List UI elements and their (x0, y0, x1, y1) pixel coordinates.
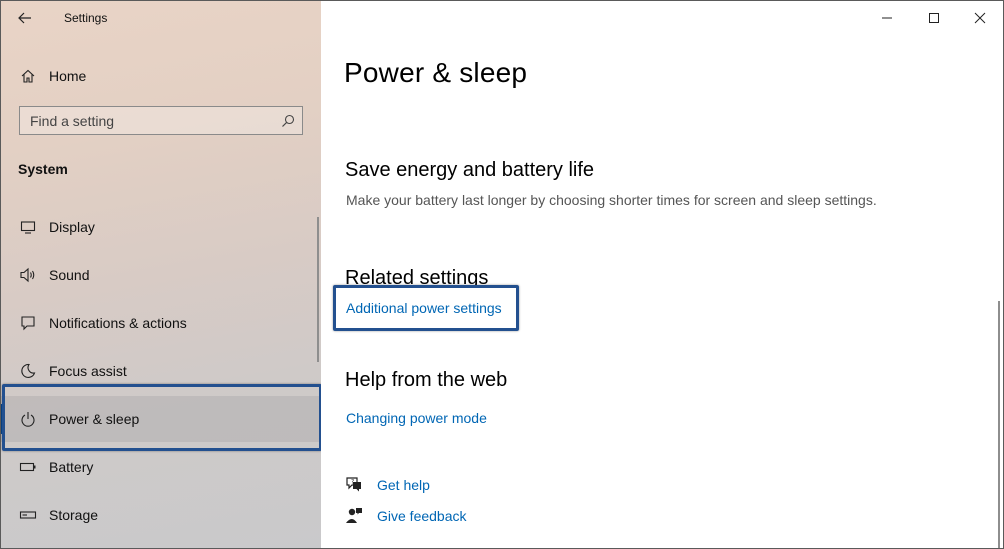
changing-power-mode-link[interactable]: Changing power mode (346, 410, 487, 426)
title-bar: Settings (1, 1, 321, 35)
give-feedback-icon (344, 506, 364, 526)
minimize-button[interactable] (864, 3, 910, 33)
search-box (19, 106, 303, 135)
minimize-icon (882, 17, 892, 19)
sidebar-item-label: Display (49, 219, 95, 235)
maximize-icon (929, 13, 939, 23)
settings-window: Settings Home System (0, 0, 1004, 549)
sidebar-item-label: Battery (49, 459, 94, 475)
sidebar-scrollbar[interactable] (317, 217, 319, 362)
back-button[interactable] (13, 7, 37, 29)
search-icon[interactable] (280, 113, 296, 129)
home-icon (19, 67, 37, 85)
sidebar-item-label: Focus assist (49, 363, 127, 379)
sidebar-item-label: Storage (49, 507, 99, 523)
get-help-icon: ? (344, 475, 364, 495)
section-title-system: System (18, 161, 68, 177)
home-label: Home (49, 68, 87, 84)
main-content: Power & sleep Save energy and battery li… (321, 1, 1003, 548)
sidebar: Settings Home System (1, 1, 321, 548)
close-button[interactable] (957, 3, 1003, 33)
get-help-link[interactable]: Get help (377, 477, 430, 493)
svg-text:?: ? (351, 479, 354, 486)
help-web-heading: Help from the web (345, 369, 508, 391)
back-arrow-icon (18, 12, 31, 24)
moon-icon (19, 362, 37, 380)
battery-icon (19, 458, 37, 476)
monitor-icon (19, 218, 37, 236)
storage-icon (19, 506, 37, 524)
sidebar-item-storage[interactable]: Storage (1, 492, 319, 538)
save-energy-heading: Save energy and battery life (345, 159, 595, 181)
give-feedback-link[interactable]: Give feedback (377, 508, 467, 524)
notification-icon (19, 314, 37, 332)
highlight-power-sleep (2, 384, 322, 451)
save-energy-description: Make your battery last longer by choosin… (346, 192, 877, 208)
search-input[interactable] (20, 107, 280, 134)
sidebar-item-label: Notifications & actions (49, 315, 187, 331)
maximize-button[interactable] (911, 3, 957, 33)
sidebar-item-label: Sound (49, 267, 90, 283)
highlight-additional-power-settings (333, 285, 519, 331)
sidebar-item-home[interactable]: Home (1, 61, 321, 91)
speaker-icon (19, 266, 37, 284)
content-scrollbar[interactable] (998, 301, 1000, 548)
sidebar-item-notifications[interactable]: Notifications & actions (1, 300, 319, 346)
sidebar-item-sound[interactable]: Sound (1, 252, 319, 298)
app-title: Settings (64, 11, 108, 25)
close-icon (974, 12, 986, 24)
sidebar-item-display[interactable]: Display (1, 204, 319, 250)
page-title: Power & sleep (344, 57, 528, 88)
